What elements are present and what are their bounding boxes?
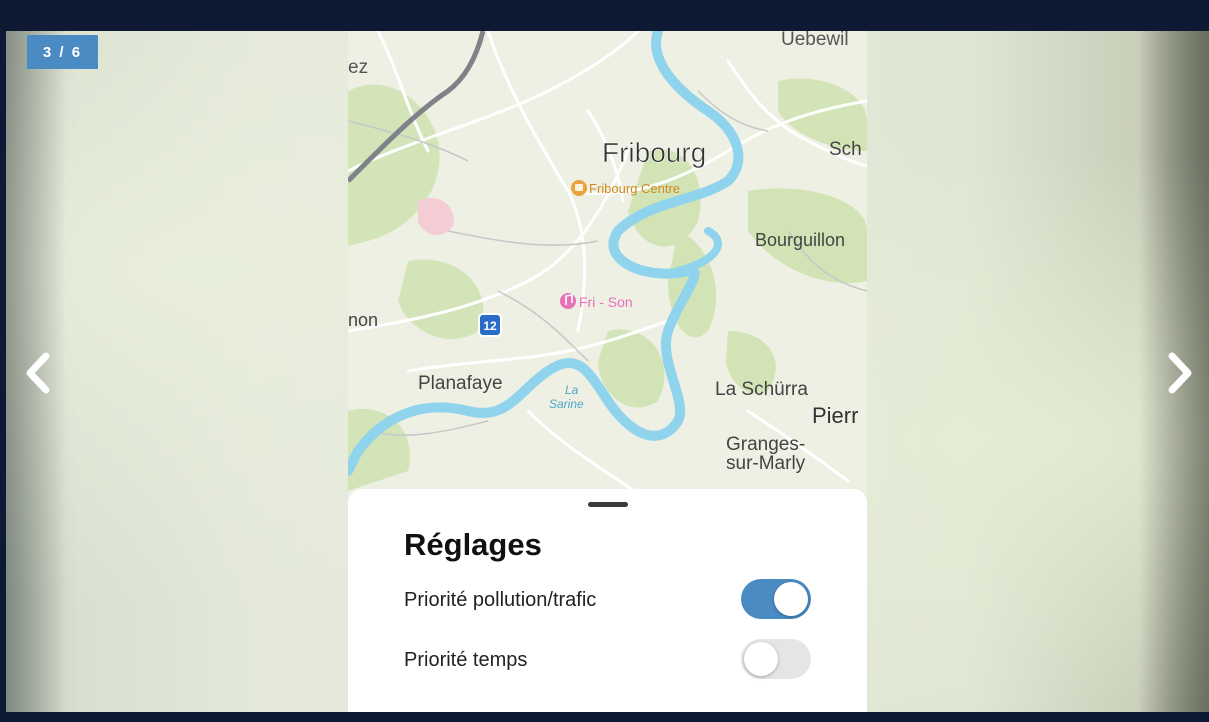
map-label-granges: Granges- [726,434,805,455]
chevron-left-icon [26,352,50,394]
top-frame-bar [0,0,1209,31]
settings-sheet: Réglages Priorité pollution/trafic Prior… [348,489,867,712]
slide-counter: 3 / 6 [27,35,98,69]
map-label-sur-marly: sur-Marly [726,453,806,474]
map-label-la-schurra: La Schürra [715,379,808,400]
map-label-fribourg-centre: Fribourg Centre [589,181,680,196]
map-label-planafaye: Planafaye [418,373,503,394]
route-number-label: 12 [483,319,497,333]
previous-slide-button[interactable] [20,348,60,398]
chevron-right-icon [1168,352,1192,394]
setting-row-pollution-traffic: Priorité pollution/trafic [404,577,814,621]
map-label-la: La [565,383,579,397]
bottom-frame-bar [0,712,1209,722]
map-label-fribourg: Fribourg [602,137,706,168]
settings-title: Réglages [404,527,542,562]
map-label-pierr: Pierr [812,403,858,428]
map-label-bourguillon: Bourguillon [755,230,845,250]
setting-label: Priorité temps [404,649,528,671]
map-label-ez: ez [348,57,368,78]
phone-screenshot: 12 Uebewil ez Fribourg Sch Fribourg Cent… [348,31,867,712]
map-view[interactable]: 12 Uebewil ez Fribourg Sch Fribourg Cent… [348,31,867,501]
map-label-non: non [348,310,378,330]
map-label-fri-son: Fri - Son [579,294,633,310]
map-label-sch: Sch [829,139,862,160]
setting-label: Priorité pollution/trafic [404,589,597,611]
sheet-grabber-handle[interactable] [588,502,628,507]
map-label-uebewil: Uebewil [781,31,849,50]
time-priority-toggle[interactable] [741,639,811,679]
next-slide-button[interactable] [1158,348,1198,398]
map-label-sarine: Sarine [549,397,584,411]
route-shield-icon: 12 [478,313,502,337]
pollution-traffic-toggle[interactable] [741,579,811,619]
setting-row-time: Priorité temps [404,637,814,681]
toggle-knob [744,642,778,676]
toggle-knob [774,582,808,616]
